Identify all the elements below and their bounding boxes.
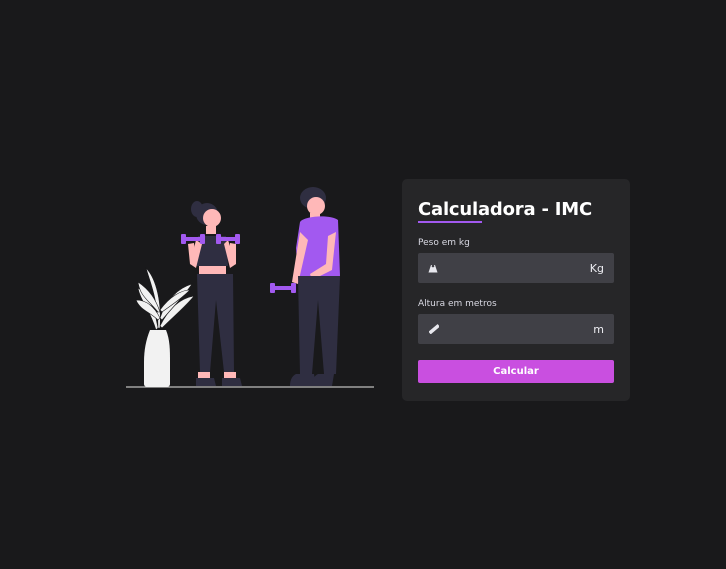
height-field: m (418, 314, 614, 344)
height-input[interactable] (446, 314, 594, 344)
fitness-illustration (120, 180, 382, 395)
height-unit: m (593, 322, 604, 336)
weight-input[interactable] (444, 253, 590, 283)
page-title: Calculadora - IMC (418, 199, 593, 220)
title-underline (418, 221, 482, 223)
weight-icon (422, 253, 445, 283)
ruler-icon (422, 314, 446, 344)
weight-label: Peso em kg (418, 238, 470, 248)
height-label: Altura em metros (418, 299, 497, 309)
weight-field: Kg (418, 253, 614, 283)
imc-calculator-card: Calculadora - IMC Peso em kg Kg Altura e… (402, 179, 630, 401)
calculate-button[interactable]: Calcular (418, 360, 614, 383)
weight-unit: Kg (589, 261, 604, 275)
